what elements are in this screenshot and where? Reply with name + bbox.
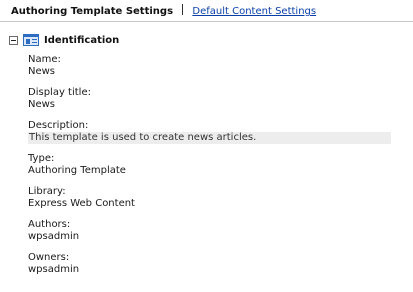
header-divider <box>0 21 413 22</box>
field-label: Owners: <box>28 252 70 263</box>
tab-authoring-template-settings[interactable]: Authoring Template Settings <box>11 6 173 17</box>
description-value: This template is used to create news art… <box>28 132 391 144</box>
tab-default-content-settings[interactable]: Default Content Settings <box>192 6 316 17</box>
settings-tabs: Authoring Template Settings Default Cont… <box>11 4 316 18</box>
field-label: Description: <box>28 120 89 131</box>
field-value: Authoring Template <box>28 165 126 176</box>
tab-separator <box>182 4 184 15</box>
field-name: Name: News <box>28 54 400 78</box>
field-value: wpsadmin <box>28 231 80 242</box>
field-authors: Authors: wpsadmin <box>28 219 400 243</box>
field-value: News <box>28 66 56 77</box>
field-library: Library: Express Web Content <box>28 186 400 210</box>
section-title: Identification <box>44 34 120 46</box>
field-type: Type: Authoring Template <box>28 153 400 177</box>
collapse-minus-icon[interactable] <box>9 35 18 45</box>
field-owners: Owners: wpsadmin <box>28 252 400 276</box>
identification-section-header: Identification <box>9 33 119 47</box>
field-label: Library: <box>28 186 66 197</box>
identification-fields: Name: News Display title: News Descripti… <box>28 54 400 285</box>
identification-card-icon <box>23 34 39 46</box>
field-label: Authors: <box>28 219 71 230</box>
field-display-title: Display title: News <box>28 87 400 111</box>
field-description: Description: This template is used to cr… <box>28 120 400 144</box>
field-value: News <box>28 99 56 110</box>
field-label: Name: <box>28 54 61 65</box>
field-label: Type: <box>28 153 55 164</box>
field-value: Express Web Content <box>28 198 135 209</box>
field-label: Display title: <box>28 87 91 98</box>
field-value: wpsadmin <box>28 264 80 275</box>
